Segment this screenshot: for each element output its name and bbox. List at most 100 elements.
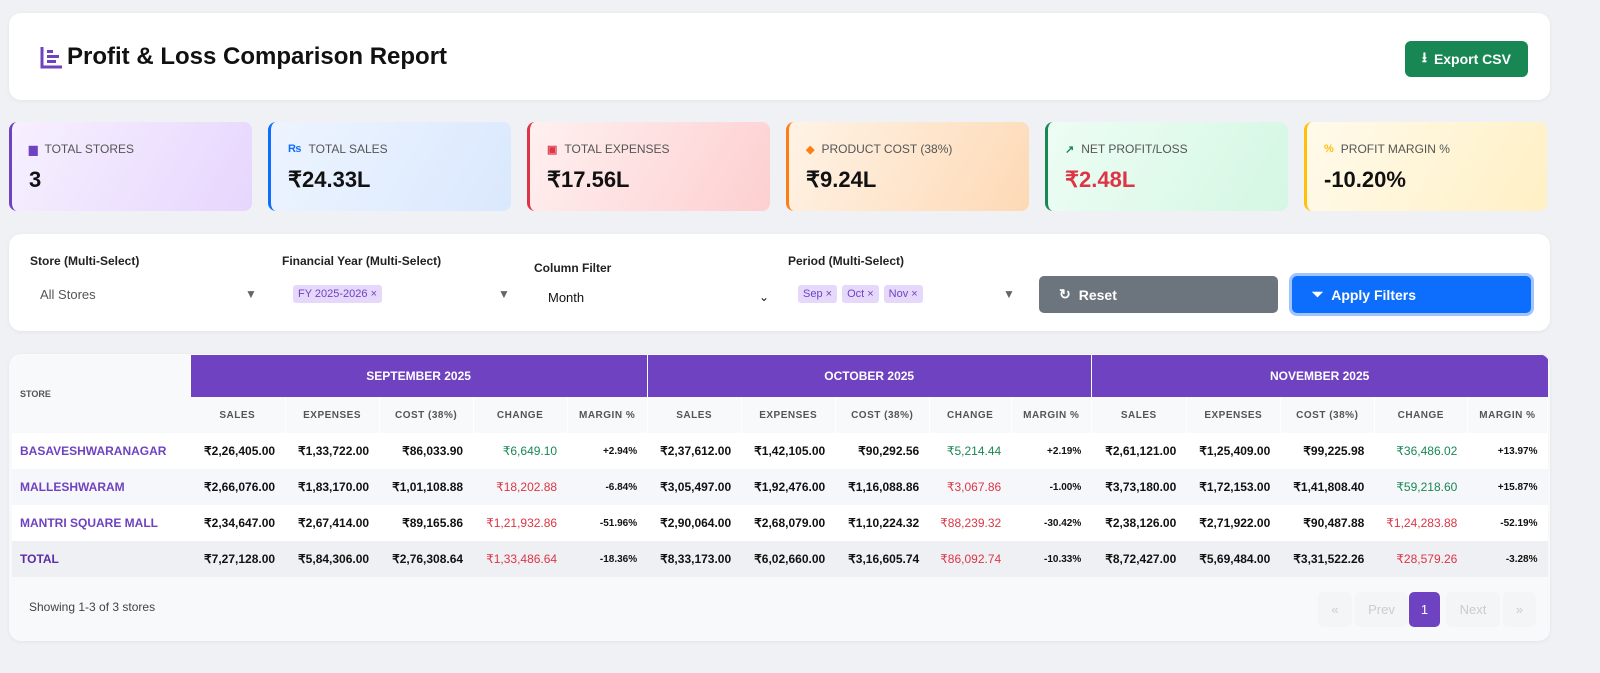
column-header: EXPENSES xyxy=(741,397,836,433)
comparison-table: STORE SEPTEMBER 2025 OCTOBER 2025 NOVEMBER … xyxy=(12,355,1549,577)
stat-label-text: PROFIT MARGIN % xyxy=(1340,142,1450,156)
apply-filters-button[interactable]: ⏷ Apply Filters xyxy=(1292,276,1531,313)
caret-down-icon[interactable]: ▼ xyxy=(498,287,510,301)
chart-bar-icon xyxy=(40,47,62,69)
column-header: SALES xyxy=(1091,397,1187,433)
cell-expenses: ₹1,72,153.00 xyxy=(1186,469,1281,505)
stat-label: ₨ TOTAL SALES xyxy=(288,142,388,156)
percent-icon: % xyxy=(1324,143,1334,155)
store-name[interactable]: MANTRI SQUARE MALL xyxy=(12,505,191,541)
report-header: Profit & Loss Comparison Report ⭳ Export … xyxy=(9,13,1550,100)
column-filter-value: Month xyxy=(548,290,585,305)
stat-label: ▣ TOTAL EXPENSES xyxy=(547,142,670,156)
cell-sales: ₹2,90,064.00 xyxy=(647,505,742,541)
last-page-button[interactable]: » xyxy=(1503,592,1536,627)
cell-margin: -10.33% xyxy=(1011,541,1092,577)
cell-change: ₹1,24,283.88 xyxy=(1374,505,1468,541)
cell-expenses: ₹5,69,484.00 xyxy=(1186,541,1281,577)
cell-expenses: ₹1,42,105.00 xyxy=(741,433,836,469)
showing-count: Showing 1-3 of 3 stores xyxy=(29,600,156,614)
stat-card-profit-margin-: % PROFIT MARGIN % -10.20% xyxy=(1304,122,1547,211)
fy-select[interactable]: FY 2025-2026 × xyxy=(293,285,382,303)
stat-label: ↗ NET PROFIT/LOSS xyxy=(1065,142,1188,156)
table-row: MANTRI SQUARE MALL ₹2,34,647.00 ₹2,67,414.… xyxy=(12,505,1548,541)
cell-sales: ₹2,37,612.00 xyxy=(647,433,742,469)
filter-icon: ⏷ xyxy=(1312,286,1324,302)
chevron-down-icon[interactable]: ⌄ xyxy=(759,290,769,304)
cell-cost: ₹1,41,808.40 xyxy=(1280,469,1375,505)
reset-button[interactable]: ↻ Reset xyxy=(1039,276,1278,313)
column-header: EXPENSES xyxy=(285,397,380,433)
comparison-table-card: STORE SEPTEMBER 2025 OCTOBER 2025 NOVEMBER … xyxy=(9,354,1550,641)
cell-margin: -51.96% xyxy=(567,505,648,541)
cell-margin: -30.42% xyxy=(1011,505,1092,541)
download-icon: ⭳ xyxy=(1422,49,1427,65)
cell-change: ₹3,067.86 xyxy=(929,469,1012,505)
cell-expenses: ₹2,71,922.00 xyxy=(1186,505,1281,541)
column-header: SALES xyxy=(190,397,286,433)
caret-down-icon[interactable]: ▼ xyxy=(245,287,257,301)
stat-label-text: TOTAL SALES xyxy=(308,142,388,156)
cell-cost: ₹90,487.88 xyxy=(1280,505,1375,541)
store-name: TOTAL xyxy=(12,541,191,577)
cell-change: ₹1,21,932.86 xyxy=(473,505,568,541)
column-header: CHANGE xyxy=(929,397,1012,433)
cell-expenses: ₹6,02,660.00 xyxy=(741,541,836,577)
cell-margin: +15.87% xyxy=(1467,469,1548,505)
cell-sales: ₹7,27,128.00 xyxy=(190,541,286,577)
stat-label: ▆ TOTAL STORES xyxy=(29,142,134,156)
page-title: Profit & Loss Comparison Report xyxy=(67,43,448,70)
cell-change: ₹28,579.26 xyxy=(1374,541,1468,577)
stat-card-product-cost-: ◆ PRODUCT COST (38%) ₹9.24L xyxy=(786,122,1029,211)
column-filter-select[interactable]: Month xyxy=(548,290,584,305)
period-header: OCTOBER 2025 xyxy=(646,355,1092,397)
fy-chip[interactable]: FY 2025-2026 × xyxy=(293,285,382,303)
store-name[interactable]: MALLESHWARAM xyxy=(12,469,191,505)
reset-icon: ↻ xyxy=(1059,286,1071,302)
store-column-header: STORE xyxy=(12,355,191,433)
next-page-button[interactable]: Next xyxy=(1446,592,1500,627)
cell-margin: -3.28% xyxy=(1467,541,1548,577)
cell-expenses: ₹2,68,079.00 xyxy=(741,505,836,541)
period-chip-sep[interactable]: Sep × xyxy=(798,285,838,303)
column-header: CHANGE xyxy=(473,397,568,433)
cell-cost: ₹1,01,108.88 xyxy=(379,469,474,505)
period-chip-oct[interactable]: Oct × xyxy=(842,285,879,303)
cell-sales: ₹3,05,497.00 xyxy=(647,469,742,505)
cell-cost: ₹89,165.86 xyxy=(379,505,474,541)
cell-cost: ₹1,10,224.32 xyxy=(835,505,930,541)
cell-cost: ₹1,16,088.86 xyxy=(835,469,930,505)
cell-cost: ₹3,16,605.74 xyxy=(835,541,930,577)
period-chip-nov[interactable]: Nov × xyxy=(883,285,923,303)
stat-card-total-sales: ₨ TOTAL SALES ₹24.33L xyxy=(268,122,511,211)
stat-label: % PROFIT MARGIN % xyxy=(1324,142,1450,156)
page-1-button[interactable]: 1 xyxy=(1409,592,1440,627)
period-select[interactable]: Sep × Oct × Nov × xyxy=(798,285,923,303)
export-csv-button[interactable]: ⭳ Export CSV xyxy=(1405,41,1528,77)
column-header: COST (38%) xyxy=(1280,397,1375,433)
column-header: MARGIN % xyxy=(1011,397,1092,433)
caret-down-icon[interactable]: ▼ xyxy=(1003,287,1015,301)
cell-change: ₹88,239.32 xyxy=(929,505,1012,541)
fy-filter-label: Financial Year (Multi-Select) xyxy=(282,254,442,268)
period-header: NOVEMBER 2025 xyxy=(1090,355,1548,397)
store-select[interactable]: All Stores xyxy=(40,287,96,302)
cell-sales: ₹2,38,126.00 xyxy=(1091,505,1187,541)
cell-margin: +2.94% xyxy=(567,433,648,469)
cell-expenses: ₹1,83,170.00 xyxy=(285,469,380,505)
store-name[interactable]: BASAVESHWARANAGAR xyxy=(12,433,191,469)
first-page-button[interactable]: « xyxy=(1318,592,1352,627)
stat-card-total-expenses: ▣ TOTAL EXPENSES ₹17.56L xyxy=(527,122,770,211)
stat-label-text: NET PROFIT/LOSS xyxy=(1081,142,1188,156)
column-header: COST (38%) xyxy=(379,397,474,433)
cell-cost: ₹90,292.56 xyxy=(835,433,930,469)
stat-label: ◆ PRODUCT COST (38%) xyxy=(806,142,952,156)
cell-change: ₹18,202.88 xyxy=(473,469,568,505)
prev-page-button[interactable]: Prev xyxy=(1355,592,1408,627)
cell-margin: -1.00% xyxy=(1011,469,1092,505)
total-row: TOTAL ₹7,27,128.00 ₹5,84,306.00 ₹2,76,308.6… xyxy=(12,541,1548,577)
cell-change: ₹5,214.44 xyxy=(929,433,1012,469)
cell-margin: +2.19% xyxy=(1011,433,1092,469)
apply-label: Apply Filters xyxy=(1331,286,1416,303)
cell-cost: ₹86,033.90 xyxy=(379,433,474,469)
